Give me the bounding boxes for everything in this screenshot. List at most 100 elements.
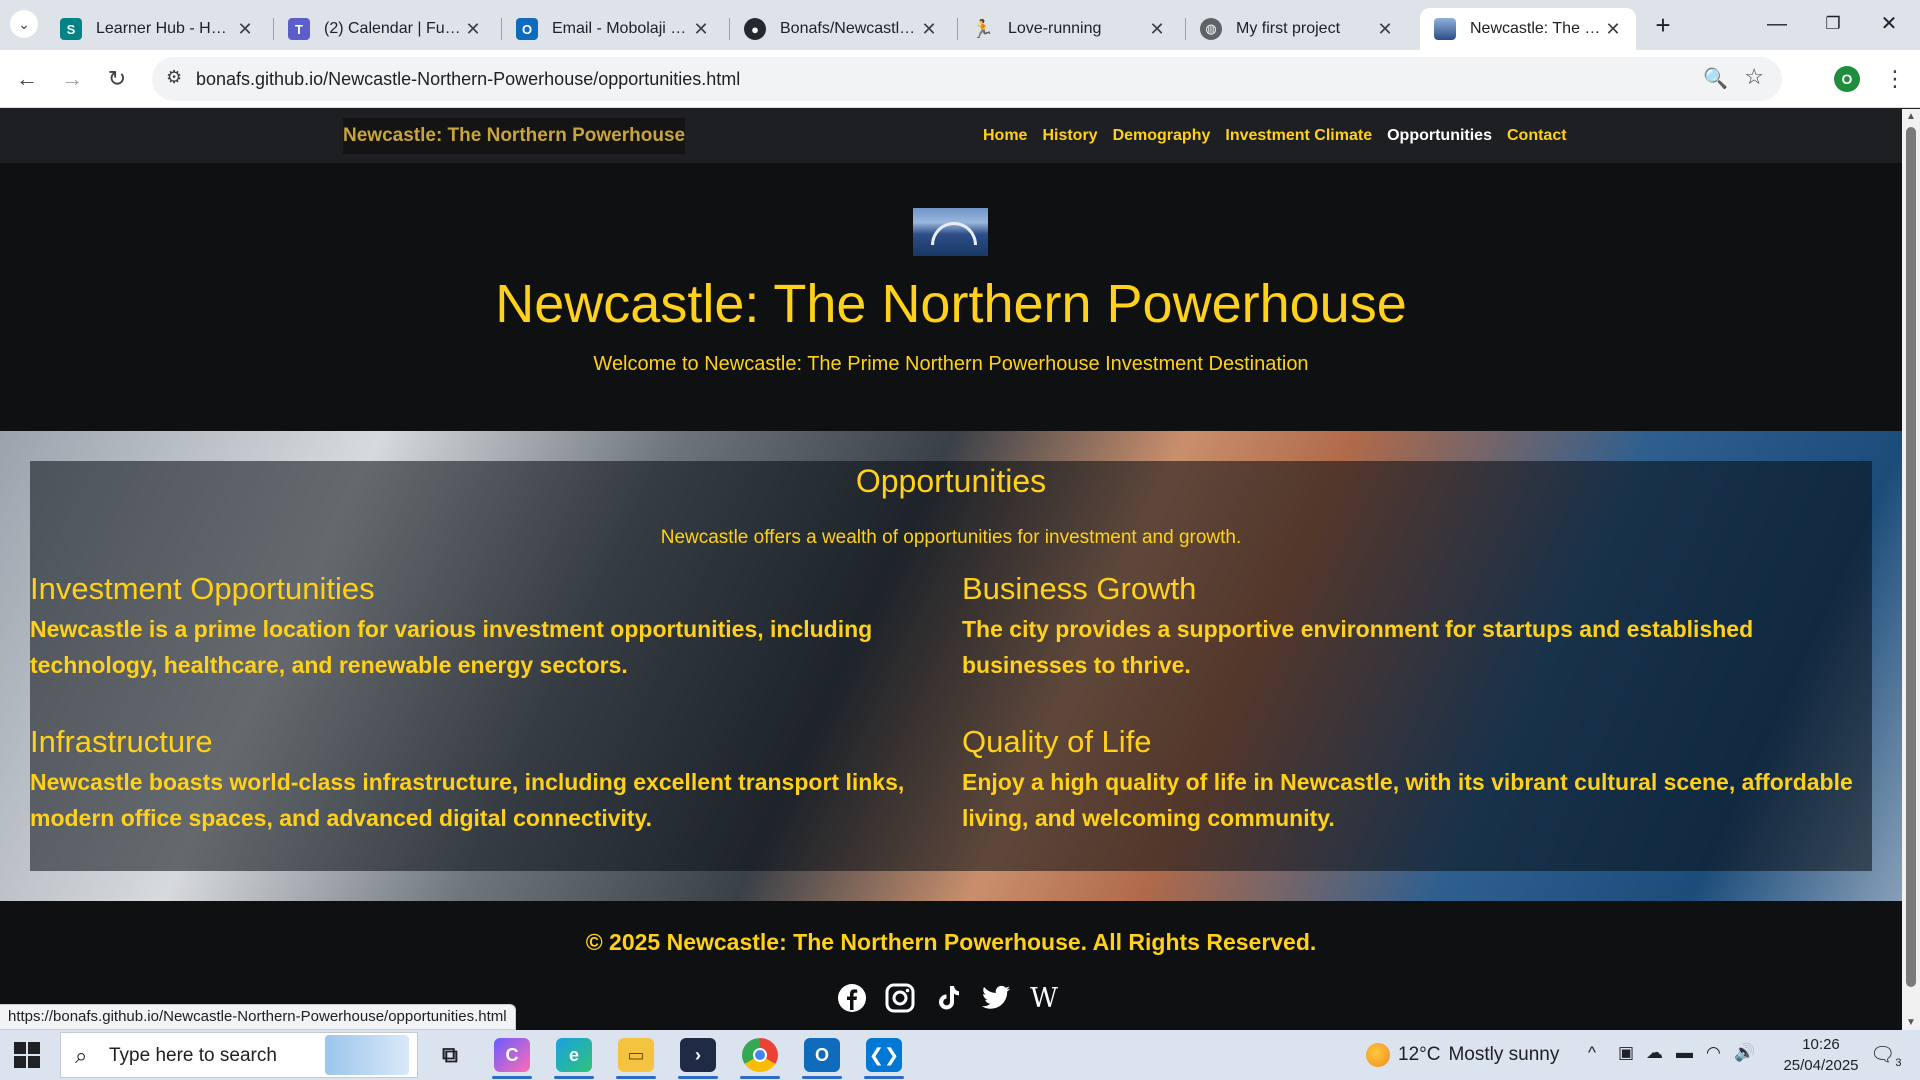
close-window-button[interactable]: ✕ bbox=[1862, 6, 1916, 42]
weather-text: Mostly sunny bbox=[1448, 1044, 1560, 1065]
windows-taskbar: ⌕ Type here to search ⧉ C e ▭ › O ❮❯ 12°… bbox=[0, 1030, 1920, 1080]
task-view-icon[interactable]: ⧉ bbox=[432, 1038, 468, 1072]
nav-contact[interactable]: Contact bbox=[1507, 127, 1567, 145]
url-text[interactable]: bonafs.github.io/Newcastle-Northern-Powe… bbox=[196, 69, 740, 90]
nav-demography[interactable]: Demography bbox=[1113, 127, 1211, 145]
site-navbar: Newcastle: The Northern Powerhouse Home … bbox=[0, 109, 1902, 163]
tab-calendar[interactable]: T (2) Calendar | Full Sta ✕ bbox=[274, 8, 496, 50]
chrome-icon[interactable] bbox=[742, 1038, 778, 1072]
copilot-icon[interactable]: C bbox=[494, 1038, 530, 1072]
site-info-icon[interactable]: ⚙ bbox=[166, 67, 182, 88]
instagram-icon[interactable] bbox=[885, 983, 915, 1013]
card-text: The city provides a supportive environme… bbox=[962, 616, 1754, 678]
device-icon[interactable]: ▣ bbox=[1618, 1043, 1634, 1063]
address-bar[interactable]: ⚙ bonafs.github.io/Newcastle-Northern-Po… bbox=[152, 57, 1782, 101]
tab-title: Bonafs/Newcastle-N bbox=[780, 20, 918, 37]
nav-investment-climate[interactable]: Investment Climate bbox=[1225, 127, 1372, 145]
tab-learner-hub[interactable]: S Learner Hub - Home ✕ bbox=[46, 8, 268, 50]
zoom-icon[interactable]: 🔍 bbox=[1703, 66, 1728, 91]
forward-button[interactable]: → bbox=[55, 62, 89, 96]
card-title: Quality of Life bbox=[962, 724, 1152, 759]
browser-menu-icon[interactable]: ⋮ bbox=[1884, 62, 1906, 96]
section-title: Opportunities bbox=[855, 463, 1047, 499]
site-brand[interactable]: Newcastle: The Northern Powerhouse bbox=[343, 118, 686, 154]
browser-window: ⌄ S Learner Hub - Home ✕ T (2) Calendar … bbox=[0, 0, 1920, 1030]
card-quality-of-life: Quality of Life Enjoy a high quality of … bbox=[962, 722, 1867, 836]
running-indicator bbox=[492, 1076, 532, 1079]
tab-github[interactable]: ● Bonafs/Newcastle-N ✕ bbox=[730, 8, 952, 50]
scroll-up-arrow-icon[interactable]: ▲ bbox=[1906, 111, 1916, 122]
running-indicator bbox=[554, 1076, 594, 1079]
search-icon: ⌕ bbox=[75, 1043, 88, 1068]
reload-button[interactable]: ↻ bbox=[100, 62, 134, 96]
file-explorer-icon[interactable]: ▭ bbox=[618, 1038, 654, 1072]
social-links: W bbox=[837, 981, 1059, 1015]
outlook-taskbar-icon[interactable]: O bbox=[804, 1038, 840, 1072]
facebook-icon[interactable] bbox=[837, 983, 867, 1013]
close-tab-icon[interactable]: ✕ bbox=[1146, 19, 1168, 40]
minimize-button[interactable]: — bbox=[1750, 6, 1804, 42]
sharepoint-icon: S bbox=[60, 18, 82, 40]
tab-newcastle[interactable]: Newcastle: The North ✕ bbox=[1420, 8, 1636, 50]
taskbar-search[interactable]: ⌕ Type here to search bbox=[60, 1032, 418, 1078]
vertical-scrollbar[interactable]: ▲ ▼ bbox=[1902, 109, 1920, 1030]
close-tab-icon[interactable]: ✕ bbox=[1602, 19, 1624, 40]
bookmark-star-icon[interactable]: ☆ bbox=[1744, 64, 1764, 90]
edge-icon[interactable]: e bbox=[556, 1038, 592, 1072]
scroll-down-arrow-icon[interactable]: ▼ bbox=[1906, 1017, 1916, 1028]
close-tab-icon[interactable]: ✕ bbox=[1374, 19, 1396, 40]
powershell-icon[interactable]: › bbox=[680, 1038, 716, 1072]
opportunities-section: Opportunities Newcastle offers a wealth … bbox=[0, 431, 1902, 901]
vscode-icon[interactable]: ❮❯ bbox=[866, 1038, 902, 1072]
tab-title: Newcastle: The North bbox=[1470, 20, 1602, 37]
tab-strip: ⌄ S Learner Hub - Home ✕ T (2) Calendar … bbox=[0, 0, 1920, 50]
section-intro: Newcastle offers a wealth of opportuniti… bbox=[660, 527, 1242, 548]
system-clock[interactable]: 10:26 25/04/2025 bbox=[1778, 1034, 1864, 1076]
hero-title: Newcastle: The Northern Powerhouse bbox=[495, 274, 1407, 334]
tab-title: Learner Hub - Home bbox=[96, 20, 234, 37]
twitter-icon[interactable] bbox=[981, 983, 1011, 1013]
nav-links: Home History Demography Investment Clima… bbox=[983, 109, 1567, 163]
chevron-up-icon[interactable]: ^ bbox=[1588, 1043, 1596, 1063]
card-text: Enjoy a high quality of life in Newcastl… bbox=[962, 769, 1853, 831]
wifi-icon[interactable]: ◠ bbox=[1706, 1043, 1721, 1063]
close-tab-icon[interactable]: ✕ bbox=[462, 19, 484, 40]
tab-email[interactable]: O Email - Mobolaji Ona ✕ bbox=[502, 8, 724, 50]
clock-time: 10:26 bbox=[1802, 1036, 1840, 1053]
restore-button[interactable]: ❐ bbox=[1806, 6, 1860, 42]
nav-opportunities[interactable]: Opportunities bbox=[1387, 127, 1492, 145]
tab-love-running[interactable]: 🏃 Love-running ✕ bbox=[958, 8, 1180, 50]
nav-home[interactable]: Home bbox=[983, 127, 1027, 145]
profile-avatar[interactable]: O bbox=[1834, 66, 1860, 92]
back-button[interactable]: ← bbox=[10, 62, 44, 96]
copyright-text: © 2025 Newcastle: The Northern Powerhous… bbox=[585, 929, 1317, 955]
running-indicator bbox=[616, 1076, 656, 1079]
windows-start-icon[interactable] bbox=[14, 1042, 40, 1068]
card-business-growth: Business Growth The city provides a supp… bbox=[962, 569, 1867, 683]
tab-title: My first project bbox=[1236, 20, 1341, 37]
weather-temp: 12°C bbox=[1398, 1044, 1441, 1065]
weather-widget[interactable]: 12°C Mostly sunny bbox=[1366, 1043, 1559, 1067]
battery-icon[interactable]: ▬ bbox=[1676, 1043, 1693, 1063]
close-tab-icon[interactable]: ✕ bbox=[234, 19, 256, 40]
running-indicator bbox=[864, 1076, 904, 1079]
new-tab-button[interactable]: + bbox=[1648, 8, 1678, 42]
nav-history[interactable]: History bbox=[1042, 127, 1097, 145]
link-status-bubble: https://bonafs.github.io/Newcastle-North… bbox=[0, 1004, 516, 1030]
tab-first-project[interactable]: ◍ My first project ✕ bbox=[1186, 8, 1408, 50]
close-tab-icon[interactable]: ✕ bbox=[918, 19, 940, 40]
close-tab-icon[interactable]: ✕ bbox=[690, 19, 712, 40]
volume-icon[interactable]: 🔊 bbox=[1734, 1043, 1755, 1063]
tab-title: Love-running bbox=[1008, 20, 1102, 37]
running-indicator bbox=[802, 1076, 842, 1079]
tab-search-button[interactable]: ⌄ bbox=[10, 10, 38, 38]
wikipedia-icon[interactable]: W bbox=[1029, 983, 1059, 1014]
notification-icon[interactable]: 🗨3 bbox=[1870, 1042, 1902, 1069]
scroll-thumb[interactable] bbox=[1906, 127, 1916, 987]
tab-title: Email - Mobolaji Ona bbox=[552, 20, 690, 37]
search-highlight-image bbox=[325, 1035, 409, 1075]
site-thumbnail-icon bbox=[1434, 18, 1456, 40]
onedrive-cloud-icon[interactable]: ☁ bbox=[1646, 1043, 1663, 1063]
github-icon: ● bbox=[744, 18, 766, 40]
tiktok-icon[interactable] bbox=[933, 983, 963, 1013]
